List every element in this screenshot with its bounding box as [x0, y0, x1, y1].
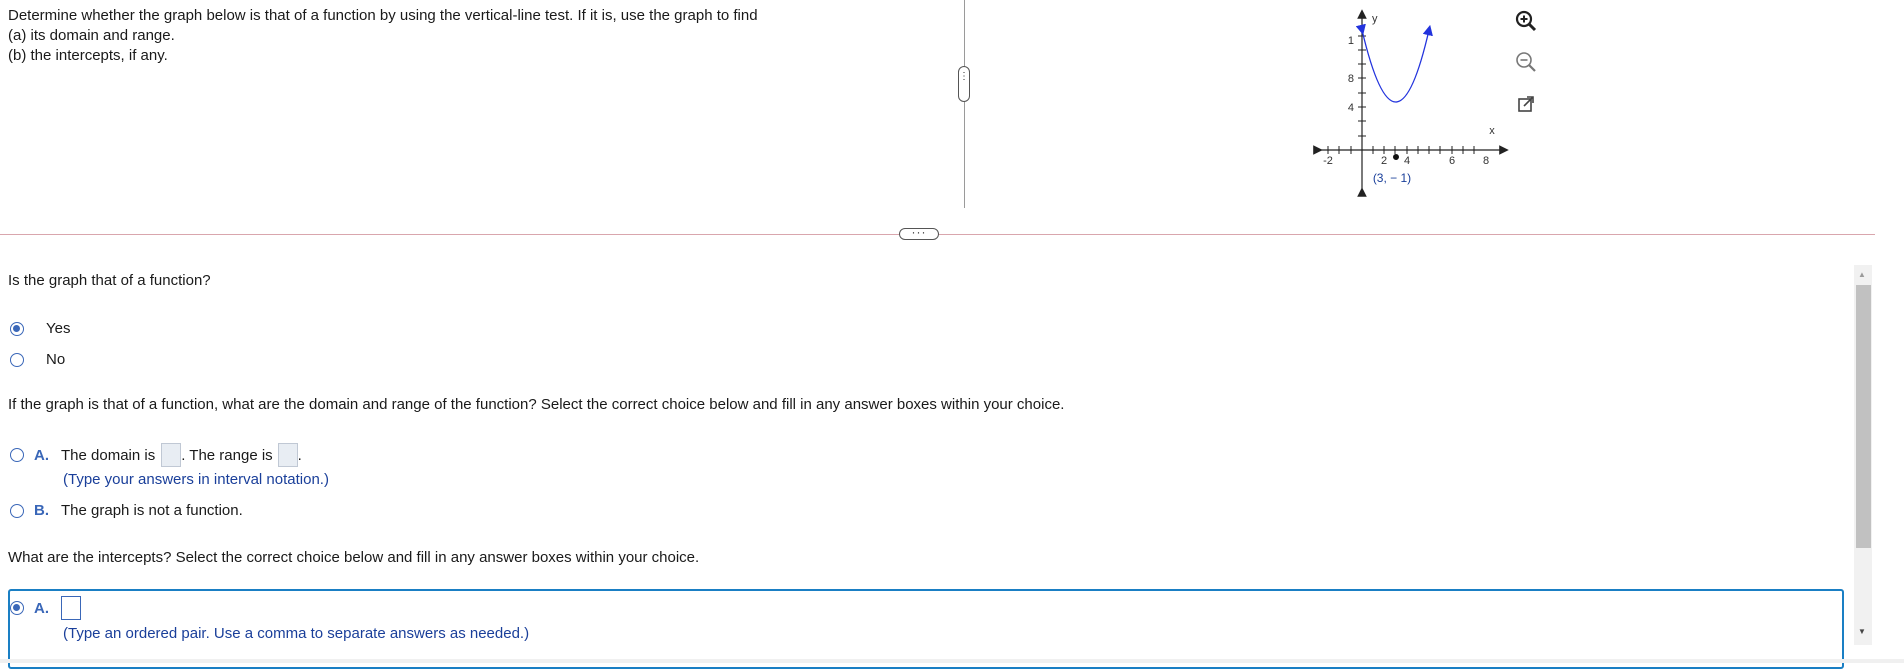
q1-prompt: Is the graph that of a function? — [8, 272, 211, 289]
question-text: Determine whether the graph below is tha… — [8, 6, 758, 66]
domain-text: The domain is — [61, 446, 156, 464]
radio-no[interactable] — [10, 352, 24, 367]
parabola-curve — [1355, 23, 1433, 103]
domain-answer-box[interactable] — [161, 443, 182, 467]
radio-q3-a[interactable] — [10, 601, 24, 615]
option-label: No — [46, 351, 66, 368]
q3-prompt: What are the intercepts? Select the corr… — [8, 549, 700, 566]
option-label: Yes — [46, 320, 71, 337]
vertex-point — [1393, 154, 1399, 160]
x-axis-label: x — [1489, 125, 1495, 137]
option-letter: A. — [34, 446, 49, 464]
q2-prompt: If the graph is that of a function, what… — [8, 396, 1065, 413]
x-tick-label: 6 — [1449, 155, 1455, 167]
function-graph: -2 2 4 6 8 4 8 1 x y (3, − 1) — [1313, 9, 1509, 197]
vertical-divider — [964, 0, 965, 208]
option-b-text: The graph is not a function. — [61, 502, 243, 519]
q2-option-b[interactable]: B. The graph is not a function. — [10, 502, 243, 519]
zoom-out-icon — [1516, 52, 1536, 72]
y-tick-label: 4 — [1348, 102, 1354, 114]
x-tick-label: -2 — [1323, 155, 1333, 167]
intercepts-answer-box[interactable] — [61, 596, 81, 620]
x-tick-label: 8 — [1483, 155, 1489, 167]
q1-option-yes[interactable]: Yes — [10, 320, 70, 337]
x-tick-label: 2 — [1381, 155, 1387, 167]
q3-option-a[interactable]: A. — [10, 596, 81, 620]
bottom-border — [0, 659, 1904, 663]
q2-option-a[interactable]: A. The domain is . The range is . — [10, 443, 302, 467]
y-tick-label: 8 — [1348, 73, 1354, 85]
q3-hint: (Type an ordered pair. Use a comma to se… — [63, 625, 530, 642]
popout-button[interactable] — [1511, 89, 1541, 119]
range-text: . The range is — [181, 446, 273, 464]
question-line-1: Determine whether the graph below is tha… — [8, 7, 758, 24]
q2-hint: (Type your answers in interval notation.… — [63, 471, 329, 488]
vertex-label: (3, − 1) — [1373, 171, 1411, 185]
y-axis-label: y — [1372, 13, 1378, 25]
scroll-down-arrow-icon[interactable]: ▼ — [1858, 627, 1866, 636]
radio-q2-b[interactable] — [10, 503, 24, 518]
q1-option-no[interactable]: No — [10, 351, 65, 368]
option-letter: B. — [34, 502, 49, 519]
vertical-resize-handle[interactable]: ⋮ — [958, 66, 970, 102]
scrollbar-thumb[interactable] — [1856, 285, 1871, 548]
radio-yes[interactable] — [10, 321, 24, 336]
range-answer-box[interactable] — [277, 443, 298, 467]
zoom-in-button[interactable] — [1511, 6, 1541, 36]
popout-icon — [1518, 96, 1534, 112]
zoom-in-icon — [1515, 10, 1537, 32]
question-line-3: (b) the intercepts, if any. — [8, 47, 168, 64]
period-text: . — [297, 446, 302, 464]
zoom-out-button[interactable] — [1511, 47, 1541, 77]
horizontal-resize-handle[interactable]: ··· — [899, 226, 939, 240]
question-line-2: (a) its domain and range. — [8, 27, 175, 44]
x-tick-label: 4 — [1404, 155, 1410, 167]
radio-q2-a[interactable] — [10, 448, 24, 462]
scroll-up-arrow-icon[interactable]: ▲ — [1858, 270, 1866, 279]
option-letter: A. — [34, 599, 49, 617]
y-tick-label: 1 — [1348, 35, 1354, 47]
